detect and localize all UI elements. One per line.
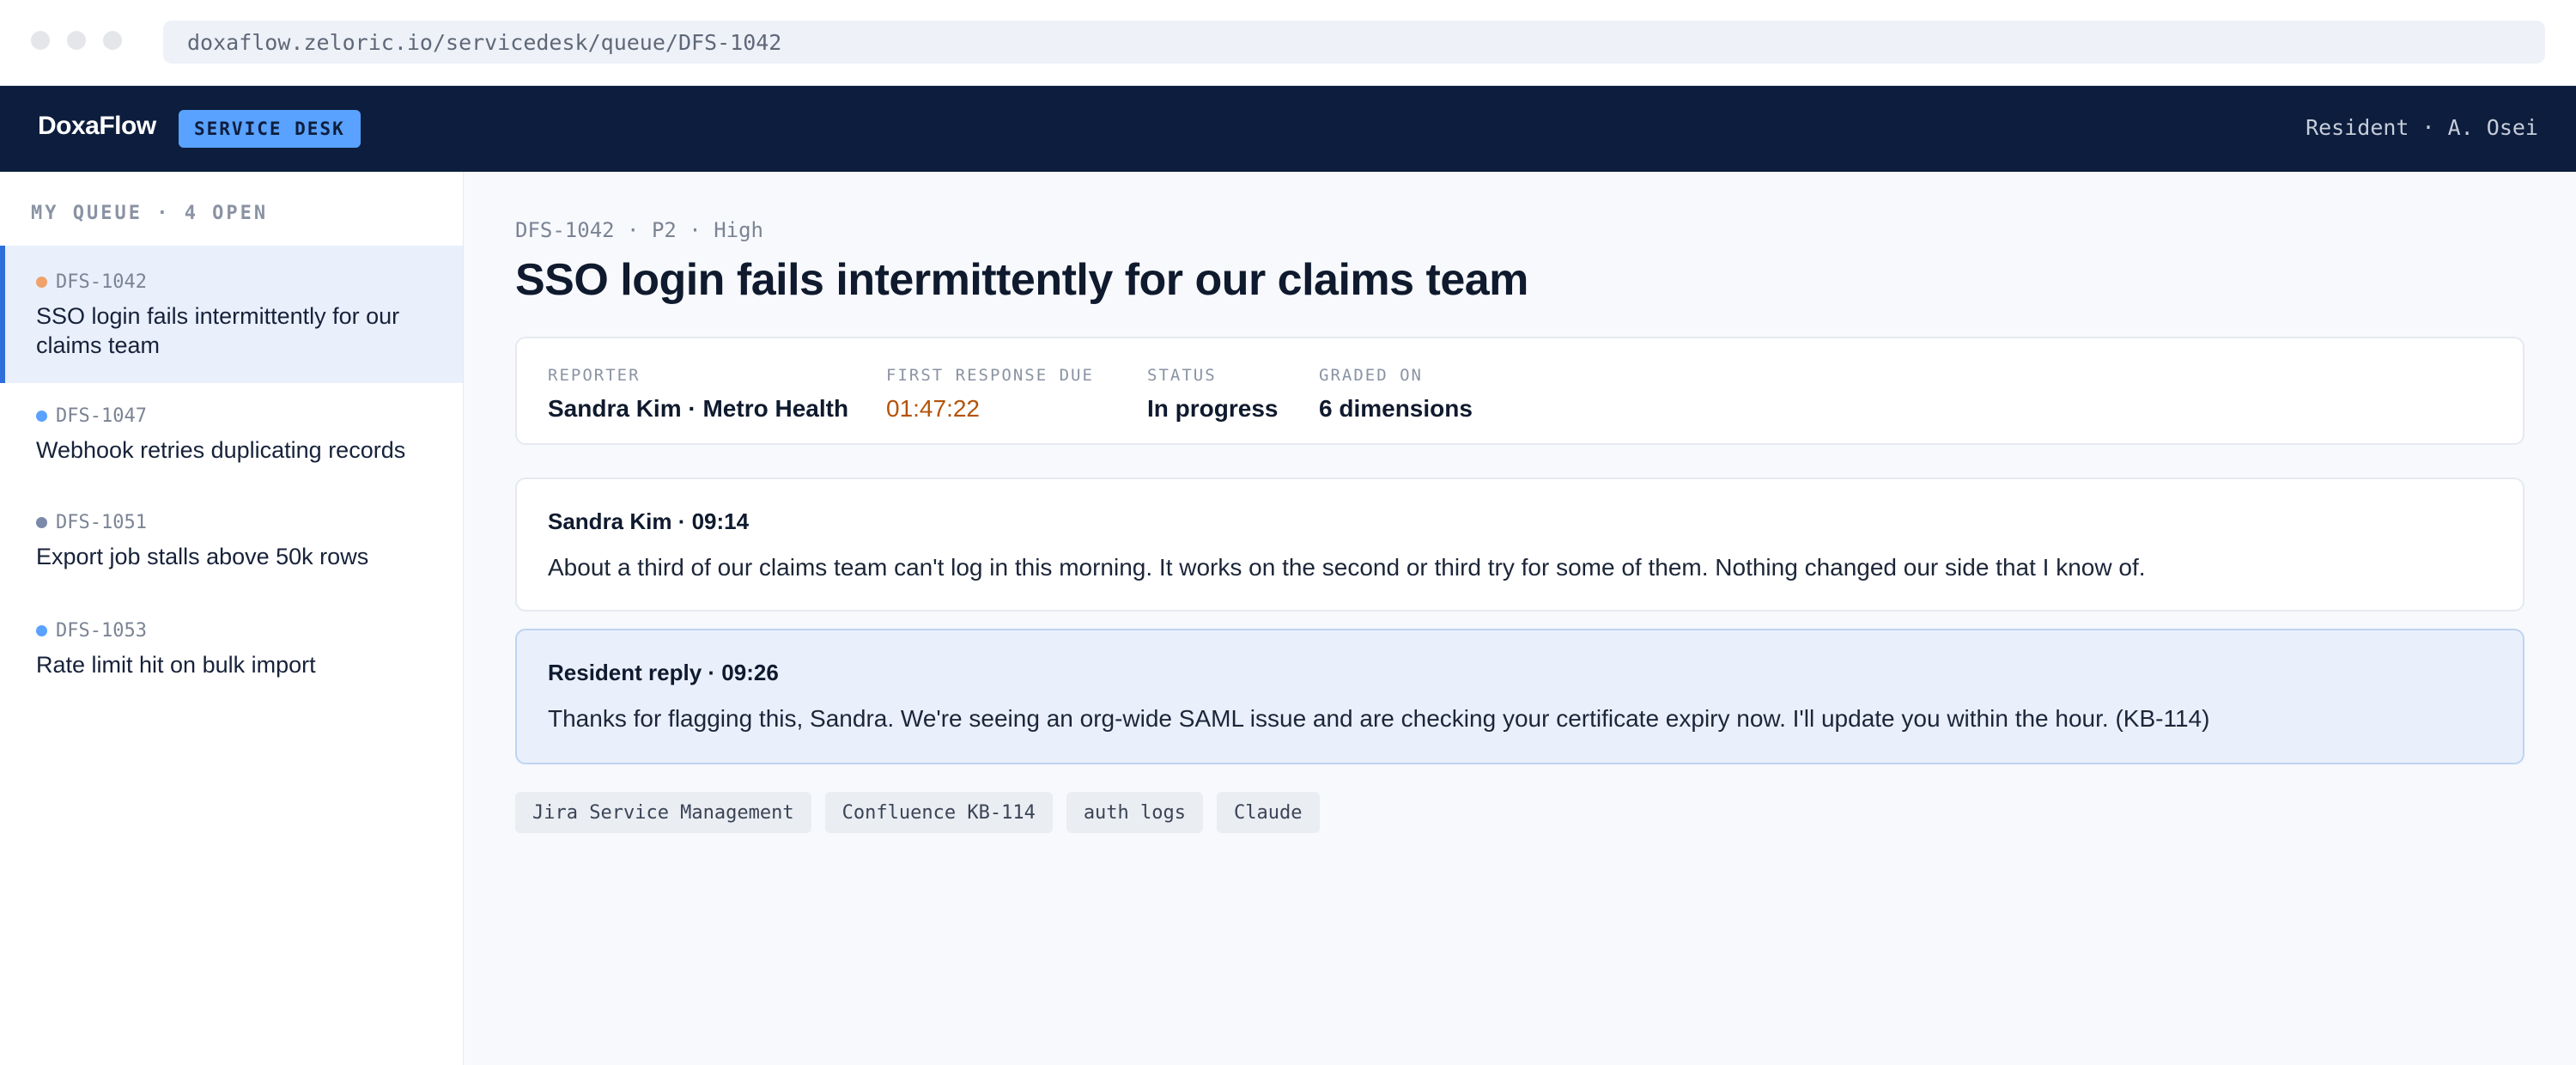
priority-dot-icon	[36, 625, 47, 636]
user-menu[interactable]: Resident · A. Osei	[2306, 115, 2538, 140]
message-body: About a third of our claims team can't l…	[548, 554, 2146, 581]
field-label: REPORTER	[548, 366, 641, 385]
app-header: DoxaFlow SERVICE DESK Resident · A. Osei	[0, 86, 2576, 172]
tag-claude[interactable]: Claude	[1217, 792, 1320, 833]
window-minimize-button[interactable]	[67, 31, 86, 50]
field-label: STATUS	[1147, 366, 1217, 385]
status-value: In progress	[1147, 395, 1279, 422]
first-response-due-field: FIRST RESPONSE DUE 01:47:22	[886, 366, 1094, 423]
graded-on-value: 6 dimensions	[1319, 395, 1473, 422]
status-field: STATUS In progress	[1147, 366, 1278, 423]
address-bar[interactable]: doxaflow.zeloric.io/servicedesk/queue/DF…	[163, 21, 2545, 64]
priority-dot-icon	[36, 517, 47, 528]
message-header: Sandra Kim · 09:14	[548, 508, 750, 534]
queue-item-dfs-1047[interactable]: DFS-1047 Webhook retries duplicating rec…	[0, 405, 463, 491]
page-title: SSO login fails intermittently for our c…	[515, 255, 1528, 305]
queue-item-title: SSO login fails intermittently for our c…	[36, 303, 400, 358]
field-label: FIRST RESPONSE DUE	[886, 366, 1094, 385]
source-tags: Jira Service Management Confluence KB-11…	[515, 792, 1320, 833]
queue-item-dfs-1042[interactable]: DFS-1042 SSO login fails intermittently …	[0, 246, 463, 383]
reporter-field: REPORTER Sandra Kim · Metro Health	[548, 366, 848, 423]
tag-auth-logs[interactable]: auth logs	[1066, 792, 1204, 833]
breadcrumb: DFS-1042 · P2 · High	[515, 218, 763, 242]
address-bar-url: doxaflow.zeloric.io/servicedesk/queue/DF…	[187, 29, 782, 55]
window-controls	[31, 31, 122, 50]
queue-item-title: Rate limit hit on bulk import	[36, 652, 316, 678]
queue-item-title: Webhook retries duplicating records	[36, 437, 406, 463]
field-label: GRADED ON	[1319, 366, 1423, 385]
queue-item-title: Export job stalls above 50k rows	[36, 544, 369, 569]
service-desk-badge: SERVICE DESK	[179, 110, 361, 148]
ticket-meta-card: REPORTER Sandra Kim · Metro Health FIRST…	[515, 337, 2524, 445]
resident-reply-message[interactable]: Resident reply · 09:26 Thanks for flaggi…	[515, 629, 2524, 764]
browser-chrome: doxaflow.zeloric.io/servicedesk/queue/DF…	[0, 0, 2576, 86]
queue-sidebar: MY QUEUE · 4 OPEN DFS-1042 SSO login fai…	[0, 172, 464, 1065]
queue-item-id: DFS-1053	[56, 620, 147, 642]
brand-logo[interactable]: DoxaFlow	[38, 112, 156, 141]
message-header: Resident reply · 09:26	[548, 660, 779, 685]
window-maximize-button[interactable]	[103, 31, 122, 50]
queue-title: MY QUEUE · 4 OPEN	[31, 203, 269, 224]
queue-item-id: DFS-1051	[56, 512, 147, 533]
queue-item-dfs-1051[interactable]: DFS-1051 Export job stalls above 50k row…	[0, 512, 463, 598]
tag-jira-service-management[interactable]: Jira Service Management	[515, 792, 811, 833]
priority-dot-icon	[36, 277, 47, 288]
queue-item-id: DFS-1042	[56, 271, 147, 293]
queue-item-dfs-1053[interactable]: DFS-1053 Rate limit hit on bulk import	[0, 620, 463, 706]
message-body: Thanks for flagging this, Sandra. We're …	[548, 705, 2210, 732]
tag-confluence-kb[interactable]: Confluence KB-114	[824, 792, 1053, 833]
graded-on-field: GRADED ON 6 dimensions	[1319, 366, 1473, 423]
priority-dot-icon	[36, 411, 47, 422]
queue-item-id: DFS-1047	[56, 405, 147, 427]
window-close-button[interactable]	[31, 31, 50, 50]
first-response-timer: 01:47:22	[886, 395, 980, 422]
reporter-value: Sandra Kim · Metro Health	[548, 395, 849, 422]
customer-message: Sandra Kim · 09:14 About a third of our …	[515, 478, 2524, 612]
